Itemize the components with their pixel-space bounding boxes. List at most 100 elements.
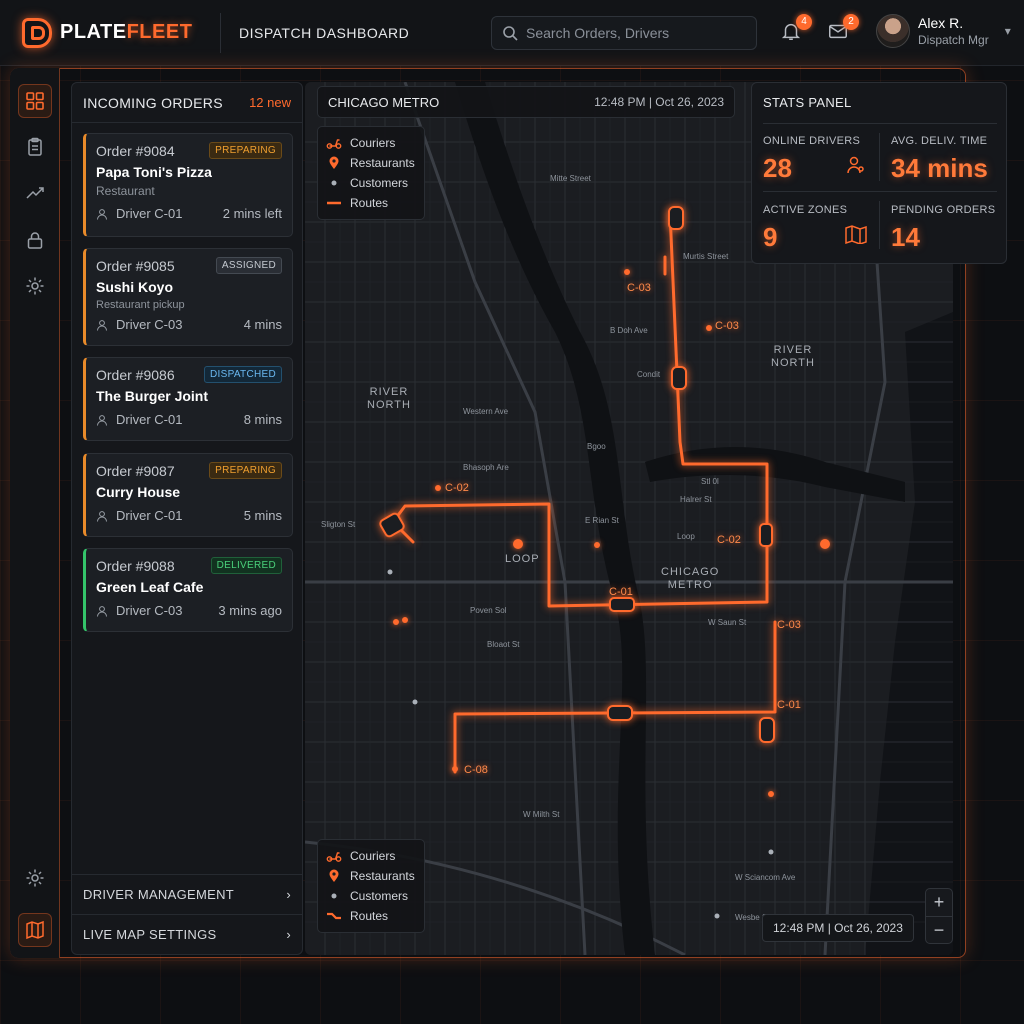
legend-label: Routes xyxy=(350,909,389,923)
zones-map-icon xyxy=(845,225,867,244)
restaurant-name: Green Leaf Cafe xyxy=(96,579,204,595)
chevron-down-icon: ▾ xyxy=(1004,24,1011,38)
driver-icon xyxy=(97,510,107,522)
district-label: CHICAGO METRO xyxy=(661,566,720,591)
order-card[interactable]: Order #9086 DISPATCHED The Burger Joint D… xyxy=(83,357,293,441)
street-label: B Doh Ave xyxy=(610,326,648,335)
rail-bottom-settings-button[interactable] xyxy=(18,861,52,895)
chevron-right-icon: › xyxy=(286,927,291,942)
map-title: CHICAGO METRO xyxy=(328,94,440,110)
new-orders-count[interactable]: 12 new xyxy=(249,95,291,110)
brand-logo[interactable]: PLATEFLEET xyxy=(22,17,202,48)
customer-dot-icon xyxy=(331,893,337,899)
order-id: Order #9085 xyxy=(96,257,175,274)
order-card[interactable]: Order #9084 PREPARING Papa Toni's Pizza R… xyxy=(83,133,293,237)
driver-name: Driver C-03 xyxy=(116,317,183,332)
street-label: Murtis Street xyxy=(683,252,729,261)
stats-divider xyxy=(763,123,997,124)
driver-icon xyxy=(847,156,864,174)
status-badge: PREPARING xyxy=(209,142,282,159)
user-menu[interactable]: Alex R. Dispatch Mgr ▾ xyxy=(876,14,1011,48)
order-id: Order #9088 xyxy=(96,557,175,574)
zoom-out-button[interactable]: − xyxy=(926,917,952,945)
driver-name: Driver C-01 xyxy=(116,508,183,523)
driver-label[interactable]: C-08 xyxy=(464,764,488,776)
street-label: Mitte Street xyxy=(550,174,591,183)
driver-icon xyxy=(97,414,107,426)
lock-icon xyxy=(27,232,43,249)
live-map-settings-label: LIVE MAP SETTINGS xyxy=(83,927,217,942)
order-card[interactable]: Order #9085 ASSIGNED Sushi Koyo Restauran… xyxy=(83,248,293,346)
driver-label[interactable]: C-03 xyxy=(777,619,801,631)
street-label: Sligton St xyxy=(321,520,356,529)
user-name: Alex R. xyxy=(918,15,964,31)
district-label: LOOP xyxy=(505,553,540,565)
order-card[interactable]: Order #9088 DELIVERED Green Leaf Cafe Dri… xyxy=(83,548,293,632)
driver-label[interactable]: C-01 xyxy=(609,586,633,598)
stat-value: 34 mins xyxy=(891,153,988,183)
search-input[interactable] xyxy=(526,25,736,41)
map-datetime: 12:48 PM | Oct 26, 2023 xyxy=(594,95,724,109)
driver-label[interactable]: C-01 xyxy=(777,699,801,711)
analytics-trend-icon xyxy=(26,187,44,199)
stats-divider xyxy=(763,191,997,192)
legend-label: Routes xyxy=(350,196,389,210)
stat-pending-orders: PENDING ORDERS 14 xyxy=(891,204,1009,253)
driver-label[interactable]: C-03 xyxy=(715,320,739,332)
driver-label[interactable]: C-02 xyxy=(717,534,741,546)
header-divider xyxy=(220,12,221,53)
stats-panel: STATS PANEL ONLINE DRIVERS 28 AVG. DELIV… xyxy=(751,82,1007,264)
chevron-right-icon: › xyxy=(286,887,291,902)
stat-label: AVG. DELIV. TIME xyxy=(891,135,988,147)
eta: 8 mins xyxy=(243,412,282,427)
eta: 2 mins left xyxy=(222,206,282,221)
live-map-settings-link[interactable]: LIVE MAP SETTINGS › xyxy=(72,914,302,954)
eta: 3 mins ago xyxy=(218,603,282,618)
zoom-in-button[interactable]: + xyxy=(926,889,952,917)
order-id: Order #9087 xyxy=(96,462,175,479)
rail-security-button[interactable] xyxy=(18,223,52,257)
street-label: Stl 0l xyxy=(701,477,719,486)
street-label: Western Ave xyxy=(463,407,509,416)
rail-orders-button[interactable] xyxy=(18,130,52,164)
side-rail xyxy=(10,68,60,958)
zoom-control: + − xyxy=(925,888,953,944)
restaurant-name: Curry House xyxy=(96,484,181,500)
search-box[interactable] xyxy=(491,16,757,50)
map-icon xyxy=(26,920,44,940)
courier-scooter-icon xyxy=(326,852,342,862)
courier-scooter-icon xyxy=(326,139,342,149)
notifications-button[interactable]: 4 xyxy=(780,14,812,44)
driver-icon xyxy=(97,319,107,331)
legend-label: Restaurants xyxy=(350,156,415,170)
driver-management-link[interactable]: DRIVER MANAGEMENT › xyxy=(72,874,302,914)
driver-name: Driver C-01 xyxy=(116,206,183,221)
stats-title: STATS PANEL xyxy=(763,95,852,110)
street-label: E Rian St xyxy=(585,516,619,525)
map-header: CHICAGO METRO 12:48 PM | Oct 26, 2023 xyxy=(317,86,735,118)
restaurant-pin-icon xyxy=(329,869,339,882)
dashboard-grid-icon xyxy=(26,92,44,110)
user-role: Dispatch Mgr xyxy=(918,33,989,47)
stat-label: ACTIVE ZONES xyxy=(763,204,848,216)
customer-dot-icon xyxy=(331,180,337,186)
legend-label: Customers xyxy=(350,889,409,903)
street-label: Condit xyxy=(637,370,661,379)
messages-button[interactable]: 2 xyxy=(827,14,859,44)
stat-value: 14 xyxy=(891,222,920,252)
legend-label: Customers xyxy=(350,176,409,190)
street-label: Halrer St xyxy=(680,495,712,504)
rail-analytics-button[interactable] xyxy=(18,176,52,210)
rail-settings-button[interactable] xyxy=(18,269,52,303)
orders-title: INCOMING ORDERS xyxy=(83,94,223,111)
order-card[interactable]: Order #9087 PREPARING Curry House Driver … xyxy=(83,453,293,537)
street-label: Bhasoph Are xyxy=(463,463,509,472)
incoming-orders-panel: INCOMING ORDERS 12 new Order #9084 PREPAR… xyxy=(71,82,303,955)
notifications-badge: 4 xyxy=(796,14,812,30)
rail-dashboard-button[interactable] xyxy=(18,84,52,118)
platefleet-logo-icon xyxy=(22,17,52,48)
driver-label[interactable]: C-03 xyxy=(627,282,651,294)
driver-label[interactable]: C-02 xyxy=(445,482,469,494)
rail-map-button[interactable] xyxy=(18,913,52,947)
order-id: Order #9084 xyxy=(96,142,175,159)
